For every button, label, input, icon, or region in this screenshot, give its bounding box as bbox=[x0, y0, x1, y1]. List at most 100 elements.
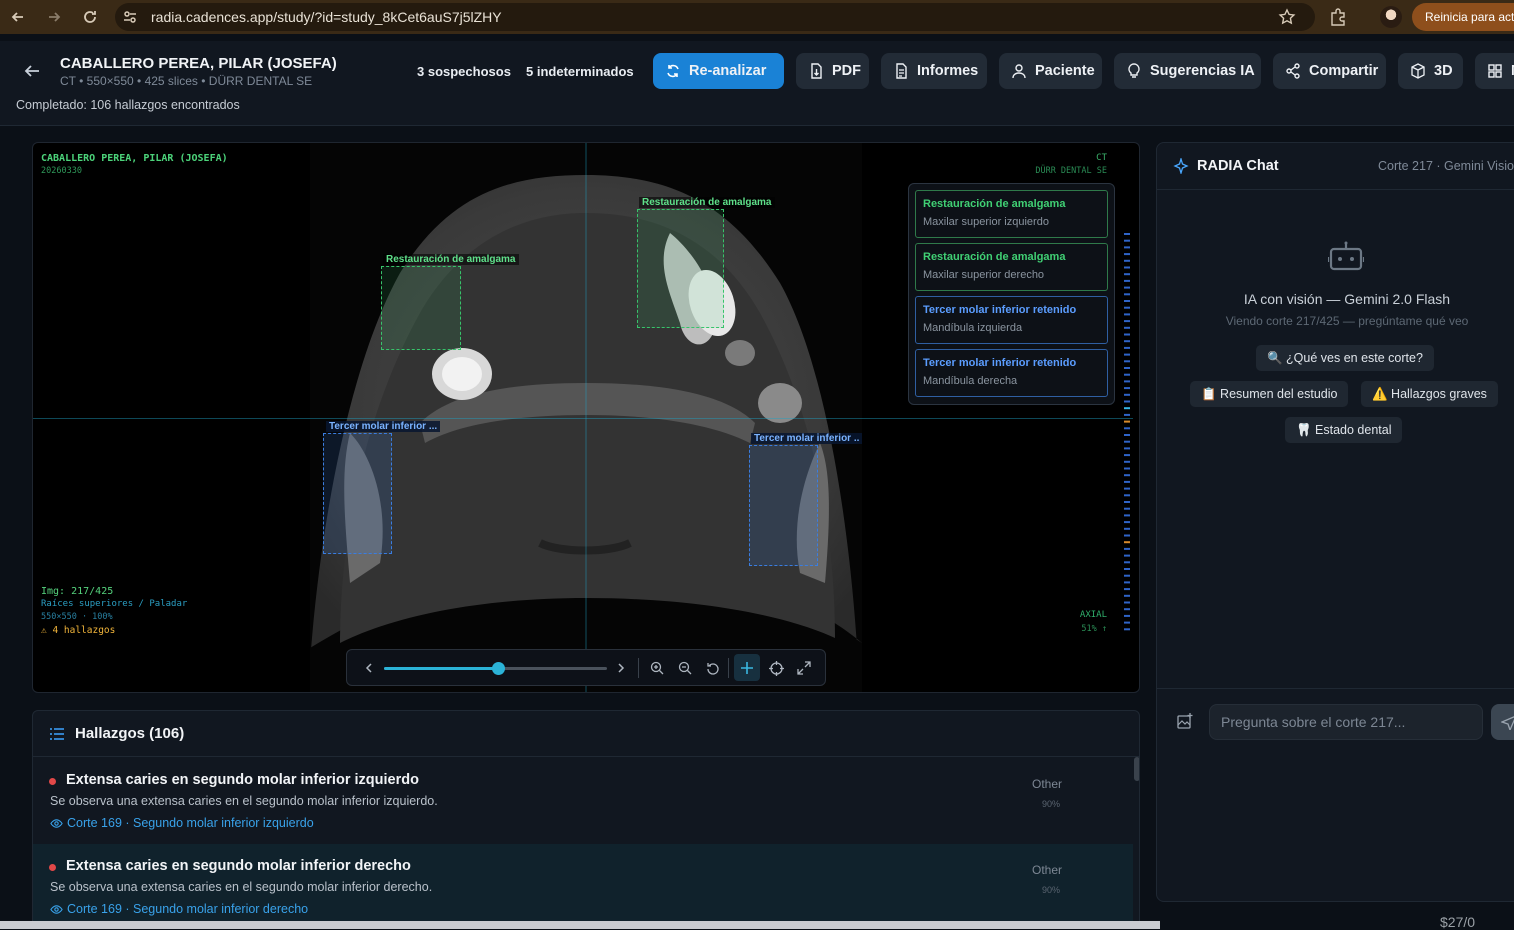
sparkle-icon bbox=[1173, 156, 1189, 179]
slice-tick bbox=[1124, 608, 1130, 611]
patient-label: Paciente bbox=[1035, 63, 1095, 79]
pdf-button[interactable]: PDF bbox=[796, 53, 869, 89]
zoom-out-icon[interactable] bbox=[675, 658, 695, 678]
slice-tick bbox=[1124, 507, 1130, 510]
profile-avatar[interactable] bbox=[1380, 6, 1402, 28]
rotate-reset-icon[interactable] bbox=[703, 658, 723, 678]
chevron-right-icon[interactable] bbox=[611, 658, 631, 678]
reports-label: Informes bbox=[917, 63, 979, 79]
slice-slider[interactable] bbox=[384, 662, 607, 675]
legend-item[interactable]: Tercer molar inferior retenido Mandíbula… bbox=[915, 296, 1108, 344]
update-browser-button[interactable]: Reinicia para actu bbox=[1412, 3, 1514, 31]
finding-box-third-molar-left[interactable] bbox=[323, 433, 392, 554]
overlay-patient-name: CABALLERO PEREA, PILAR (JOSEFA) bbox=[41, 153, 228, 164]
legend-item[interactable]: Tercer molar inferior retenido Mandíbula… bbox=[915, 349, 1108, 397]
slice-tick bbox=[1124, 320, 1130, 323]
crosshair-plus-icon[interactable] bbox=[737, 658, 757, 678]
attach-image-icon[interactable] bbox=[1177, 713, 1193, 734]
finding-box-amalgam-left[interactable] bbox=[381, 266, 461, 350]
list-icon bbox=[50, 727, 64, 740]
finding-row[interactable]: Extensa caries en segundo molar inferior… bbox=[33, 758, 1133, 844]
finding-slice-link[interactable]: Corte 169 · Segundo molar inferior derec… bbox=[50, 902, 308, 916]
3d-button[interactable]: 3D bbox=[1398, 53, 1463, 89]
legend-item[interactable]: Restauración de amalgama Maxilar superio… bbox=[915, 190, 1108, 238]
pdf-label: PDF bbox=[832, 63, 861, 79]
target-icon[interactable] bbox=[766, 658, 786, 678]
radia-chat-panel: RADIA Chat Corte 217 · Gemini Vision IA … bbox=[1156, 142, 1514, 902]
legend-location: Mandíbula izquierda bbox=[923, 322, 1023, 334]
send-button[interactable] bbox=[1491, 704, 1514, 740]
ct-viewer[interactable]: CABALLERO PEREA, PILAR (JOSEFA) 20260330… bbox=[32, 142, 1140, 693]
slice-tick bbox=[1124, 494, 1130, 497]
patient-button[interactable]: Paciente bbox=[999, 53, 1102, 89]
findings-scrollbar[interactable] bbox=[1134, 757, 1139, 781]
slice-slider-thumb[interactable] bbox=[491, 662, 505, 675]
share-button[interactable]: Compartir bbox=[1273, 53, 1386, 89]
ai-suggestions-label: Sugerencias IA bbox=[1150, 63, 1255, 79]
chat-input[interactable] bbox=[1209, 704, 1483, 740]
reanalyze-button[interactable]: Re-analizar bbox=[653, 53, 784, 89]
slice-tick bbox=[1124, 621, 1130, 624]
back-arrow-icon[interactable] bbox=[0, 0, 36, 34]
slice-scrollbar[interactable] bbox=[1124, 183, 1130, 638]
back-icon[interactable] bbox=[22, 61, 42, 86]
slice-tick bbox=[1124, 561, 1130, 564]
ai-suggestions-button[interactable]: Sugerencias IA bbox=[1114, 53, 1261, 89]
legend-title: Restauración de amalgama bbox=[923, 198, 1066, 210]
overlay-size: 550×550 · 100% bbox=[41, 612, 113, 622]
overlay-region: Raíces superiores / Paladar bbox=[41, 599, 188, 609]
toolbar-divider bbox=[728, 658, 729, 678]
severity-dot bbox=[49, 778, 56, 785]
address-bar[interactable]: radia.cadences.app/study/?id=study_8kCet… bbox=[115, 3, 1315, 31]
finding-box-third-molar-right[interactable] bbox=[749, 445, 818, 566]
slice-tick bbox=[1124, 407, 1130, 410]
slice-tick bbox=[1124, 574, 1130, 577]
indeterminate-count[interactable]: 5 indeterminados bbox=[526, 64, 634, 79]
slice-tick bbox=[1124, 601, 1130, 604]
slice-tick bbox=[1124, 239, 1130, 242]
legend-item[interactable]: Restauración de amalgama Maxilar superio… bbox=[915, 243, 1108, 291]
chip-serious-findings[interactable]: ⚠️ Hallazgos graves bbox=[1361, 381, 1498, 407]
finding-link-text: Corte 169 · Segundo molar inferior izqui… bbox=[67, 816, 314, 830]
legend-location: Maxilar superior izquierdo bbox=[923, 216, 1049, 228]
reload-icon[interactable] bbox=[72, 0, 108, 34]
overlay-manufacturer: DÜRR DENTAL SE bbox=[1035, 166, 1107, 176]
finding-box-amalgam-right[interactable] bbox=[637, 209, 724, 328]
chat-hint: Viendo corte 217/425 — pregúntame qué ve… bbox=[1225, 314, 1469, 328]
share-icon bbox=[1286, 63, 1300, 79]
slice-tick bbox=[1124, 266, 1130, 269]
reanalyze-label: Re-analizar bbox=[689, 63, 767, 79]
chip-what-do-you-see[interactable]: 🔍 ¿Qué ves en este corte? bbox=[1256, 345, 1434, 371]
finding-title: Extensa caries en segundo molar inferior… bbox=[66, 772, 419, 788]
chip-study-summary[interactable]: 📋 Resumen del estudio bbox=[1190, 381, 1349, 407]
reports-button[interactable]: Informes bbox=[881, 53, 987, 89]
analysis-status: Completado: 106 hallazgos encontrados bbox=[16, 98, 240, 112]
finding-box-label: Restauración de amalgama bbox=[383, 254, 519, 265]
bookmark-star-icon[interactable] bbox=[1278, 8, 1296, 31]
chat-model-label: IA con visión — Gemini 2.0 Flash bbox=[1243, 291, 1451, 307]
overlay-findings-count: ⚠ 4 hallazgos bbox=[41, 625, 116, 636]
suspicious-count[interactable]: 3 sospechosos bbox=[417, 64, 511, 79]
slice-tick bbox=[1124, 353, 1130, 356]
chip-dental-status[interactable]: 🦷 Estado dental bbox=[1285, 417, 1403, 443]
extensions-puzzle-icon[interactable] bbox=[1328, 7, 1348, 32]
finding-row[interactable]: Extensa caries en segundo molar inferior… bbox=[33, 844, 1133, 928]
slice-tick bbox=[1124, 628, 1130, 631]
fullscreen-icon[interactable] bbox=[794, 658, 814, 678]
site-settings-icon[interactable] bbox=[121, 8, 139, 26]
3d-label: 3D bbox=[1434, 63, 1453, 79]
eye-icon bbox=[50, 818, 63, 828]
slice-tick bbox=[1124, 447, 1130, 450]
legend-location: Mandíbula derecha bbox=[923, 375, 1018, 387]
finding-slice-link[interactable]: Corte 169 · Segundo molar inferior izqui… bbox=[50, 816, 314, 830]
overlay-slice-index: Img: 217/425 bbox=[41, 586, 114, 597]
more-button[interactable]: M bbox=[1475, 53, 1514, 89]
slice-tick bbox=[1124, 547, 1130, 550]
slice-tick bbox=[1124, 420, 1130, 423]
crosshair-horizontal bbox=[33, 418, 1133, 419]
slice-tick bbox=[1124, 588, 1130, 591]
chevron-left-icon[interactable] bbox=[359, 658, 379, 678]
viewer-toolbar bbox=[346, 649, 826, 686]
zoom-in-icon[interactable] bbox=[647, 658, 667, 678]
forward-arrow-icon[interactable] bbox=[36, 0, 72, 34]
